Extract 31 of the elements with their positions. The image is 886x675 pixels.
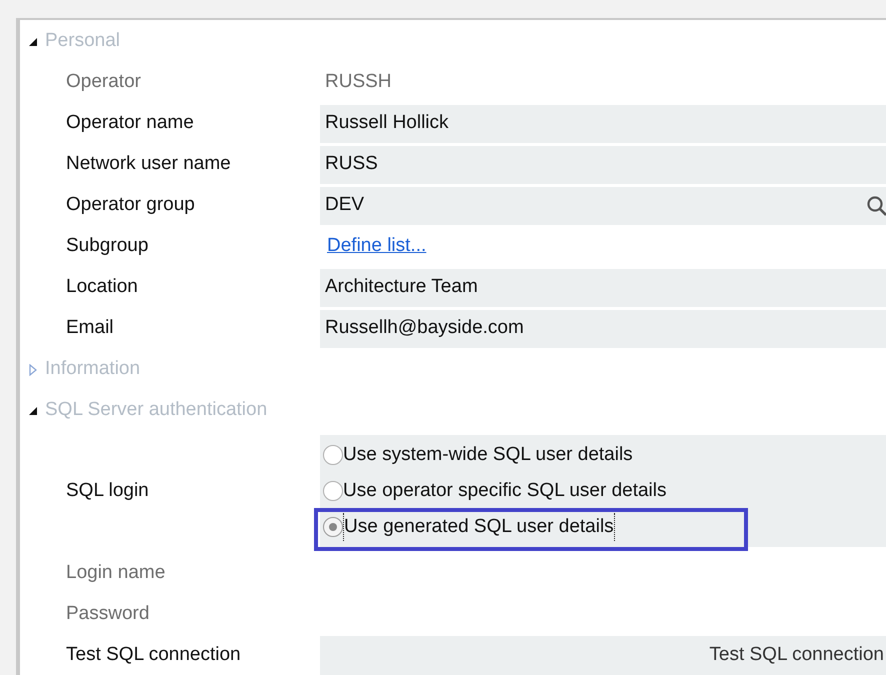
expanded-triangle-icon[interactable]: [28, 406, 38, 416]
field-label: Network user name: [66, 152, 231, 176]
field-label: Login name: [66, 561, 166, 586]
text-field[interactable]: Russell Hollick: [320, 104, 886, 142]
radio-button[interactable]: [323, 481, 343, 501]
field-value: RUSSH: [325, 70, 392, 94]
field-label: Subgroup: [66, 234, 148, 258]
lookup-field[interactable]: DEV: [320, 186, 886, 224]
text-field[interactable]: RUSS: [320, 146, 886, 184]
text-field[interactable]: Architecture Team: [320, 268, 886, 306]
radio-button[interactable]: [323, 517, 343, 537]
field-label: Operator group: [66, 193, 195, 218]
radio-button[interactable]: [323, 445, 343, 465]
define-list-link[interactable]: Define list...: [327, 232, 426, 261]
field-label: Email: [66, 316, 114, 340]
section-header: Information: [45, 357, 140, 382]
radio-option[interactable]: Use generated SQL user details: [320, 512, 615, 542]
radio-option[interactable]: Use system-wide SQL user details: [320, 440, 633, 470]
field-label: SQL login: [66, 478, 149, 503]
radio-option[interactable]: Use operator specific SQL user details: [320, 476, 667, 506]
search-icon[interactable]: [866, 194, 886, 216]
text-field[interactable]: Russellh@bayside.com: [320, 310, 886, 348]
field-label: Password: [66, 602, 150, 626]
field-label: Operator: [66, 70, 141, 94]
field-label: Test SQL connection: [66, 643, 241, 668]
field-label: Operator name: [66, 111, 194, 136]
section-header: SQL Server authentication: [45, 398, 268, 422]
field-label: Location: [66, 275, 138, 300]
section-header: Personal: [45, 29, 120, 54]
expanded-triangle-icon[interactable]: [28, 36, 38, 46]
test-connection-button[interactable]: Test SQL connection: [320, 636, 886, 675]
